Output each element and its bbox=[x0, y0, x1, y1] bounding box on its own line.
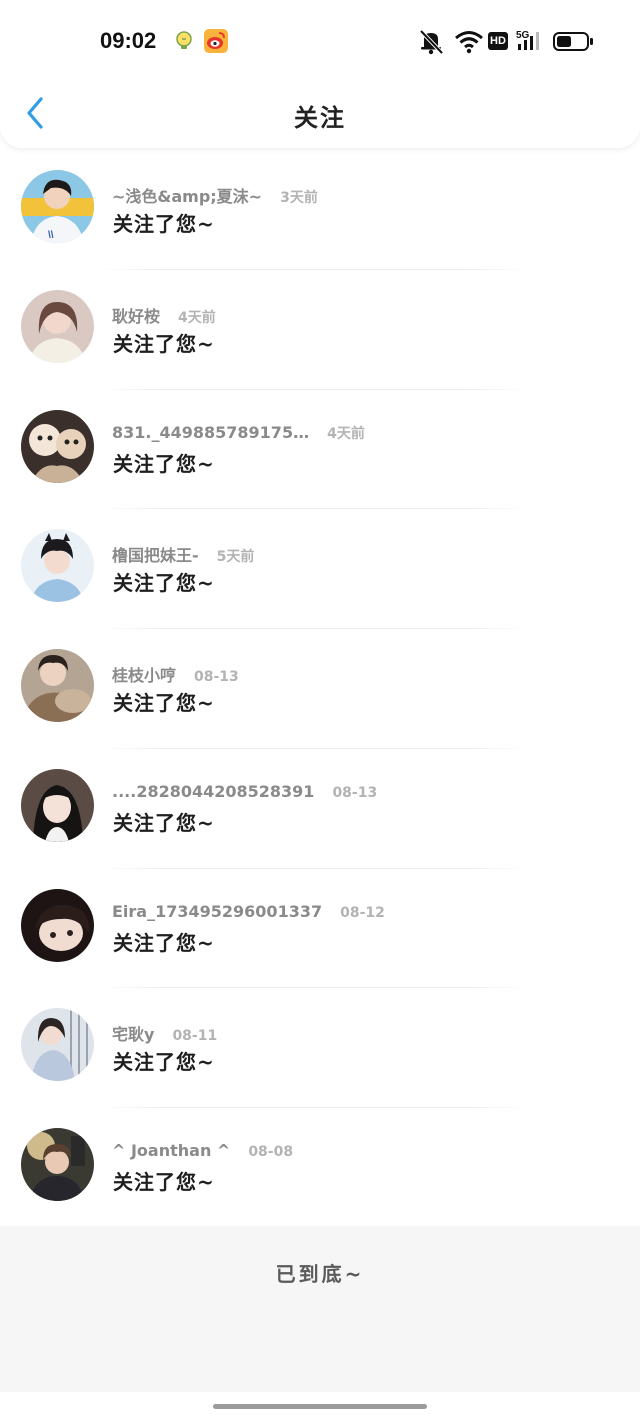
item-meta: 桂枝小哼 08-13 bbox=[112, 662, 239, 686]
user-name[interactable]: 橹国把妹王- bbox=[112, 542, 199, 566]
item-message: 关注了您~ bbox=[113, 451, 215, 476]
item-time: 4天前 bbox=[178, 309, 216, 326]
item-meta: ~浅色&amp;夏沫~ 3天前 bbox=[112, 183, 318, 207]
item-message: 关注了您~ bbox=[113, 810, 215, 835]
item-message: 关注了您~ bbox=[113, 1050, 215, 1075]
avatar[interactable] bbox=[21, 768, 94, 842]
item-meta: 耿好桉 4天前 bbox=[112, 303, 216, 327]
item-time: 08-12 bbox=[340, 904, 385, 921]
end-of-list-text: 已到底~ bbox=[275, 1262, 365, 1286]
list-item[interactable]: 橹国把妹王- 5天前 关注了您~ bbox=[0, 509, 640, 629]
list-item[interactable]: \\ ~浅色&amp;夏沫~ 3天前 关注了您~ bbox=[0, 150, 640, 270]
item-meta: Eira_173495296001337 08-12 bbox=[112, 902, 385, 924]
screen: 关注 09:02 HD 5G \\ ~浅色&amp;夏沫~ 3天前 关注了您~ … bbox=[0, 0, 640, 1422]
status-time: 09:02 bbox=[100, 28, 157, 53]
home-indicator[interactable] bbox=[213, 1404, 427, 1409]
avatar[interactable] bbox=[21, 1008, 94, 1082]
item-message: 关注了您~ bbox=[113, 1170, 215, 1194]
weibo-icon bbox=[204, 29, 228, 53]
item-time: 4天前 bbox=[327, 425, 365, 442]
follower-list: \\ ~浅色&amp;夏沫~ 3天前 关注了您~ 耿好桉 4天前 关注了您~ 8… bbox=[0, 150, 640, 1228]
avatar[interactable]: \\ bbox=[21, 170, 94, 243]
avatar[interactable] bbox=[21, 409, 94, 483]
list-item[interactable]: 耿好桉 4天前 关注了您~ bbox=[0, 270, 640, 390]
wifi-icon bbox=[455, 31, 483, 54]
list-item[interactable]: Eira_173495296001337 08-12 关注了您~ bbox=[0, 869, 640, 989]
list-item[interactable]: ^ Joanthan ^ 08-08 关注了您~ bbox=[0, 1108, 640, 1228]
avatar[interactable] bbox=[21, 289, 94, 363]
svg-text:\\: \\ bbox=[48, 230, 54, 241]
item-time: 08-11 bbox=[172, 1028, 218, 1045]
item-meta: 橹国把妹王- 5天前 bbox=[112, 542, 255, 566]
avatar[interactable] bbox=[21, 888, 94, 962]
user-name[interactable]: ~浅色&amp;夏沫~ bbox=[112, 183, 262, 207]
user-name[interactable]: ^ Joanthan ^ bbox=[112, 1141, 230, 1160]
list-item[interactable]: ....2828044208528391 08-13 关注了您~ bbox=[0, 749, 640, 869]
item-time: 08-13 bbox=[332, 784, 378, 801]
item-time: 5天前 bbox=[216, 549, 255, 566]
user-name[interactable]: 831._449885789175… bbox=[112, 423, 309, 442]
avatar[interactable] bbox=[21, 649, 94, 722]
item-message: 关注了您~ bbox=[113, 691, 215, 715]
item-message: 关注了您~ bbox=[113, 331, 215, 356]
page-title: 关注 bbox=[294, 104, 346, 132]
user-name[interactable]: 桂枝小哼 bbox=[112, 662, 176, 686]
hd-icon: HD bbox=[488, 32, 508, 50]
list-end-area: 已到底~ bbox=[0, 1226, 640, 1392]
list-item[interactable]: 831._449885789175… 4天前 关注了您~ bbox=[0, 390, 640, 510]
item-meta: 宅耿y 08-11 bbox=[112, 1021, 218, 1045]
item-meta: 831._449885789175… 4天前 bbox=[112, 423, 365, 445]
item-message: 关注了您~ bbox=[113, 571, 215, 596]
mute-bell-icon bbox=[419, 29, 444, 55]
user-name[interactable]: ....2828044208528391 bbox=[112, 782, 314, 801]
user-name[interactable]: Eira_173495296001337 bbox=[112, 902, 322, 921]
item-time: 3天前 bbox=[280, 190, 318, 206]
user-name[interactable]: 耿好桉 bbox=[112, 303, 160, 327]
user-name[interactable]: 宅耿y bbox=[112, 1021, 154, 1045]
list-item[interactable]: 宅耿y 08-11 关注了您~ bbox=[0, 988, 640, 1108]
item-message: 关注了您~ bbox=[113, 930, 215, 955]
status-bar: 09:02 HD 5G bbox=[0, 0, 640, 80]
list-item[interactable]: 桂枝小哼 08-13 关注了您~ bbox=[0, 629, 640, 749]
battery-icon bbox=[553, 32, 593, 51]
item-meta: ....2828044208528391 08-13 bbox=[112, 782, 377, 804]
avatar[interactable] bbox=[21, 529, 94, 603]
item-time: 08-13 bbox=[194, 669, 239, 685]
item-message: 关注了您~ bbox=[113, 212, 215, 236]
lightbulb-icon bbox=[176, 31, 192, 49]
5g-signal-icon: 5G bbox=[516, 26, 544, 56]
avatar[interactable] bbox=[21, 1128, 94, 1201]
item-meta: ^ Joanthan ^ 08-08 bbox=[112, 1141, 293, 1163]
item-time: 08-08 bbox=[248, 1144, 294, 1160]
